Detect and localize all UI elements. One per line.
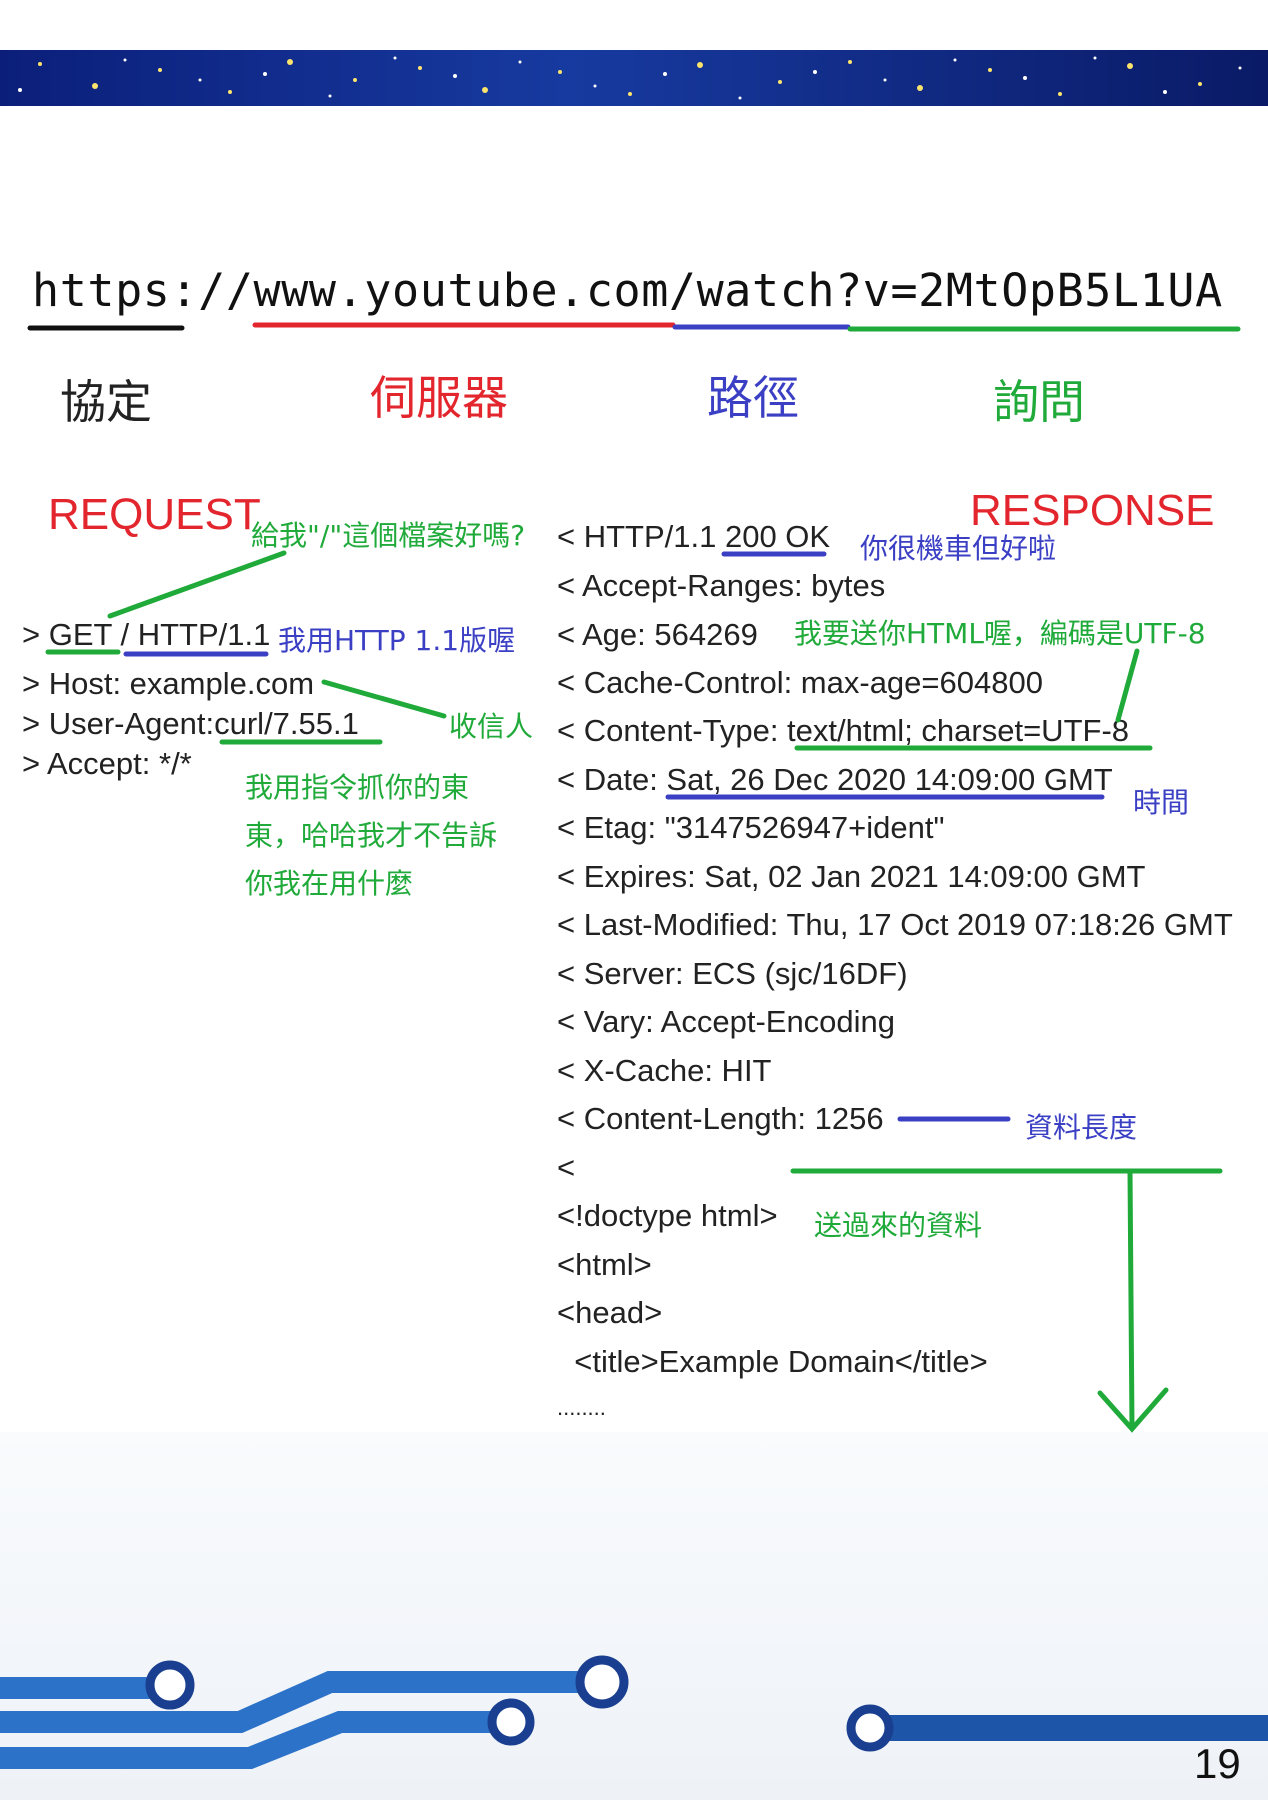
circuit-decoration [0, 1655, 1268, 1769]
circuit-node-2 [575, 1655, 629, 1709]
circuit-node-3 [487, 1698, 535, 1746]
page-number: 19 [1194, 1740, 1241, 1787]
document-page: https://www.youtube.com/watch?v=2MtOpB5L… [0, 0, 1268, 1800]
circuit-node-4 [846, 1704, 894, 1752]
circuit-node-1 [145, 1660, 195, 1710]
